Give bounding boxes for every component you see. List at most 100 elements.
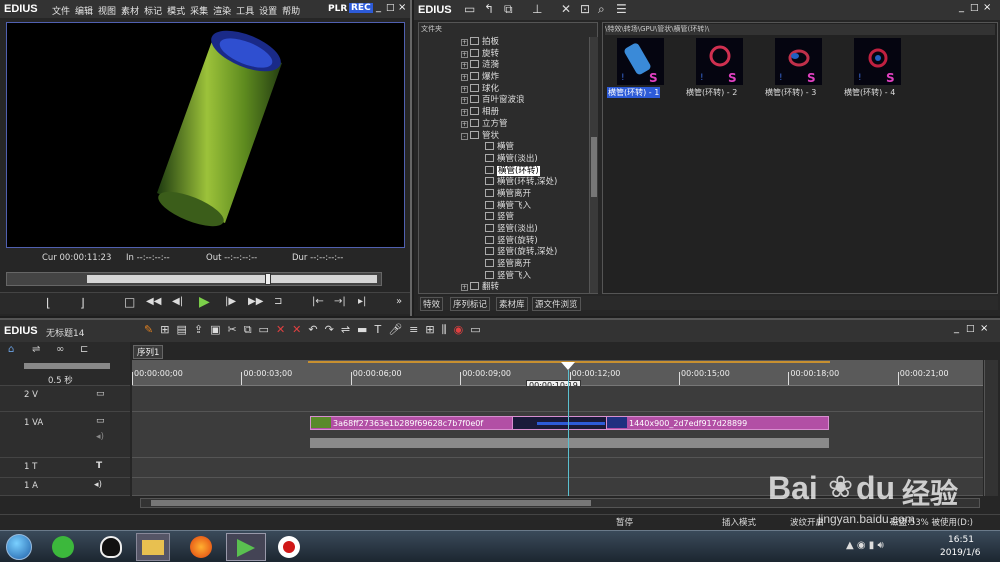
more-icon[interactable]: » [396, 296, 402, 307]
tree-item[interactable]: 横管(环转,深处) [461, 177, 589, 189]
expand-toggle-icon[interactable]: + [461, 74, 468, 82]
loop-icon[interactable]: ⊐ [274, 296, 282, 307]
menu-help[interactable]: 帮助 [282, 7, 300, 17]
expand-toggle-icon[interactable]: + [461, 97, 468, 105]
set-in-icon[interactable]: ⌊ [46, 296, 51, 310]
mic-icon[interactable]: 🎤︎ [388, 323, 402, 336]
minimize-icon[interactable]: _ [954, 323, 959, 334]
expand-toggle-icon[interactable]: + [461, 85, 468, 93]
expand-toggle-icon[interactable]: + [461, 120, 468, 128]
menu-settings[interactable]: 设置 [259, 7, 277, 17]
track-lane-2v[interactable] [132, 386, 983, 412]
tree-item[interactable]: + 球化 [461, 83, 589, 96]
ripple-delete-icon[interactable]: ✕ [292, 323, 301, 336]
search-icon[interactable]: ⌕ [598, 2, 605, 17]
tree-item[interactable]: 横管 [461, 142, 589, 154]
title-icon[interactable]: T [374, 323, 381, 336]
link-icon[interactable]: ▬ [357, 323, 367, 336]
menu-tools[interactable]: 工具 [236, 7, 254, 17]
tree-item[interactable]: 竖管(旋转) [461, 235, 589, 248]
tree-item[interactable]: + 爆炸 [461, 72, 589, 84]
taskbar-app-360-icon[interactable] [52, 536, 74, 558]
player-scrubber[interactable] [6, 272, 382, 286]
step-back-icon[interactable]: ◀| [172, 296, 183, 307]
track-header-1a[interactable]: 1 A ◂) [0, 478, 130, 496]
set-out-icon[interactable]: ⌋ [80, 296, 85, 310]
grid-icon[interactable]: ⊞ [425, 323, 434, 336]
effect-caption-3[interactable]: 横管(环转) - 3 [765, 87, 816, 98]
tree-item[interactable]: + 翻转 [461, 282, 589, 294]
tree-item[interactable]: 竖管(旋转,深处) [461, 247, 589, 259]
taskbar-app-recorder-icon[interactable] [278, 536, 300, 558]
audio-mixer-icon[interactable]: ⫼ [442, 323, 447, 337]
tab-sequence-markers[interactable]: 序列标记 [450, 297, 491, 311]
fast-forward-icon[interactable]: ▶▶ [248, 296, 263, 307]
up-folder-icon[interactable]: ↰ [484, 2, 494, 16]
maximize-icon[interactable]: □ [386, 3, 395, 13]
copy-icon[interactable]: ⧉ [244, 323, 252, 337]
taskbar-app-explorer-icon[interactable] [136, 533, 170, 561]
track-sync-icon[interactable]: ⇌ [32, 344, 40, 355]
tree-item[interactable]: + 拍板 [461, 37, 589, 49]
effect-caption-1[interactable]: 横管(环转) - 1 [607, 87, 661, 98]
video-clip-1[interactable]: 3a68ff27363e1b289f69628c7b7f0e0f [310, 416, 535, 430]
track-link-icon[interactable]: ∞ [56, 344, 64, 355]
playhead-marker[interactable] [561, 362, 575, 370]
expand-toggle-icon[interactable]: + [461, 62, 468, 70]
delete-clip-icon[interactable]: ✕ [276, 323, 285, 336]
save-icon[interactable]: ▣ [210, 323, 220, 336]
video-clip-2[interactable]: 1440x900_2d7edf917d28899 [606, 416, 829, 430]
close-icon[interactable]: × [983, 2, 991, 13]
layout-icon[interactable]: ▭ [470, 323, 480, 336]
tree-item[interactable]: + 相册 [461, 107, 589, 119]
taskbar-app-qq-icon[interactable] [100, 536, 122, 558]
sequence-tab[interactable]: 序列1 [133, 345, 164, 359]
properties-icon[interactable]: ⊡ [580, 2, 590, 16]
menu-capture[interactable]: 采集 [190, 7, 208, 17]
tree-item[interactable]: 横管离开 [461, 188, 589, 201]
view-icon[interactable]: ⧉ [504, 2, 513, 17]
list-view-icon[interactable]: ☰ [616, 2, 627, 16]
tray-icons[interactable]: ▲ ◉ ▮ 🔊︎ [846, 540, 884, 551]
close-icon[interactable]: × [398, 2, 406, 13]
stop-icon[interactable]: □ [124, 295, 135, 309]
track-header-1t[interactable]: 1 T T [0, 458, 130, 478]
expand-toggle-icon[interactable]: + [461, 109, 468, 117]
step-forward-icon[interactable]: |▶ [225, 296, 236, 307]
delete-icon[interactable]: ✕ [561, 2, 571, 16]
expand-toggle-icon[interactable]: + [461, 50, 468, 58]
new-sequence-icon[interactable]: ✎ [144, 323, 153, 336]
rewind-icon[interactable]: ◀◀ [146, 296, 161, 307]
cut-icon[interactable]: ✂ [227, 323, 236, 336]
tree-item[interactable]: 竖管 [461, 212, 589, 224]
scrubber-handle[interactable] [265, 273, 271, 285]
paste-icon[interactable]: ▭ [259, 323, 269, 336]
track-header-1va[interactable]: 1 VA ▭ ◂) [0, 412, 130, 458]
effect-thumb-4[interactable]: ! S [854, 38, 901, 85]
menu-file[interactable]: 文件 [52, 7, 70, 17]
tree-item[interactable]: + 立方管 [461, 118, 589, 131]
export-icon[interactable]: ⇪ [194, 323, 203, 336]
play-icon[interactable]: ▶ [199, 294, 210, 310]
tree-scrollbar[interactable] [589, 37, 598, 293]
minimize-icon[interactable]: _ [959, 2, 964, 13]
rec-button[interactable]: REC [349, 3, 373, 13]
tab-bin[interactable]: 素材库 [496, 297, 528, 311]
start-button[interactable] [6, 534, 32, 560]
tab-source-browser[interactable]: 源文件浏览 [532, 297, 581, 311]
menu-marker[interactable]: 标记 [144, 7, 162, 17]
plr-button[interactable]: PLR [328, 4, 347, 14]
track-mode-icon[interactable]: ⌂ [8, 344, 14, 355]
mixer-icon[interactable]: ≡ [409, 323, 418, 336]
tree-item[interactable]: 竖管离开 [461, 259, 589, 271]
tree-item[interactable]: + 涟漪 [461, 60, 589, 72]
tree-item[interactable]: 横管(环转) [461, 165, 589, 178]
taskbar-app-edius-icon[interactable] [226, 533, 266, 561]
record-icon[interactable]: ◉ [454, 323, 464, 336]
add-clip-icon[interactable]: ⊞ [160, 323, 169, 336]
maximize-icon[interactable]: □ [966, 324, 975, 334]
redo-icon[interactable]: ↷ [325, 323, 334, 336]
effect-thumb-2[interactable]: ! S [696, 38, 743, 85]
snap-icon[interactable]: ⇌ [341, 323, 350, 336]
expand-toggle-icon[interactable]: + [461, 284, 468, 292]
